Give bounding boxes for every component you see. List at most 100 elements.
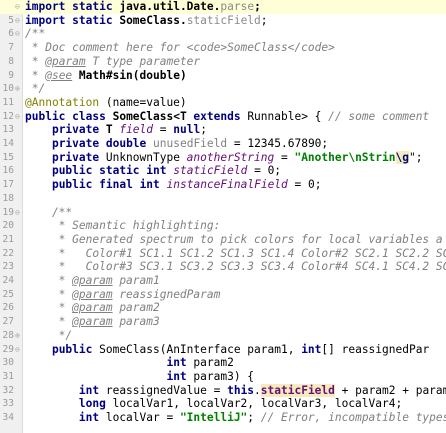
code-token: * Color#3 SC3.1 SC3.2 SC3.3 SC3.4 Color#… — [25, 260, 446, 274]
code-token: null — [173, 123, 201, 137]
code-text: long localVar1, localVar2, localVar3, lo… — [25, 397, 402, 411]
code-line[interactable]: 9 * @see Math#sin(double) — [0, 69, 446, 83]
code-line[interactable]: 34 int localVar = "IntelliJ"; // Error, … — [0, 411, 446, 425]
fold-toggle-icon[interactable]: ⊖ — [15, 343, 22, 357]
code-line[interactable]: 5 ⊖ import static SomeClass.staticField; — [0, 14, 446, 28]
line-number: 18 — [2, 192, 14, 204]
line-number: 23 — [2, 261, 14, 273]
code-token: int — [139, 178, 160, 192]
code-line[interactable]: 24 * @param param1 — [0, 274, 446, 288]
line-number: 27 — [2, 316, 14, 328]
code-token: SomeClass. — [112, 13, 187, 27]
line-number: 15 — [2, 151, 14, 163]
code-line[interactable]: 32 int reassignedValue = this.staticFiel… — [0, 383, 446, 398]
code-token: int — [78, 383, 100, 397]
code-line[interactable]: 21 * Generated spectrum to pick colors f… — [0, 233, 446, 247]
code-token: = 12345.67890; — [227, 137, 329, 150]
code-token: static — [72, 0, 113, 13]
code-token: import — [25, 13, 66, 27]
code-line[interactable]: 30 int param2 — [0, 356, 446, 370]
code-token: * — [25, 54, 46, 68]
line-number: 14 — [2, 138, 14, 149]
code-line[interactable]: 29 ⊖ public SomeClass(AnInterface param1,… — [0, 343, 446, 357]
code-token: param3) { — [186, 369, 255, 383]
code-token: * — [25, 274, 73, 287]
code-line[interactable]: 8 * @param T type parameter — [0, 55, 446, 69]
code-line[interactable]: 26 * @param param2 — [0, 301, 446, 315]
code-token: int — [146, 164, 167, 178]
fold-toggle-icon[interactable]: ⊖ — [15, 0, 22, 14]
code-line[interactable]: 19 ⊖ /** — [0, 206, 446, 220]
code-token: * — [25, 287, 73, 301]
code-token: = — [153, 123, 174, 137]
code-token: * Generated spectrum to pick colors for … — [25, 232, 443, 246]
code-token: "; — [408, 150, 423, 164]
code-token: = 0; — [247, 164, 282, 178]
code-token: this — [227, 383, 255, 397]
code-token: */ — [25, 328, 73, 342]
fold-toggle-icon[interactable]: ⊖ — [15, 206, 22, 220]
code-token: reassignedParam — [112, 287, 221, 301]
fold-toggle-icon[interactable]: ⊖ — [15, 14, 22, 28]
code-line[interactable]: 20 * Semantic highlighting: — [0, 219, 446, 233]
fold-toggle-icon[interactable]: ⊕ — [15, 82, 22, 96]
code-line[interactable]: 23 * Color#3 SC3.1 SC3.2 SC3.3 SC3.4 Col… — [0, 260, 446, 274]
line-number: 16 — [2, 165, 14, 177]
code-line[interactable]: 15 private UnknownType anotherString = "… — [0, 150, 446, 165]
code-line[interactable]: 27 * @param param3 — [0, 315, 446, 329]
code-line[interactable]: 12 ⊖ public class SomeClass<T extends Runn… — [0, 110, 446, 124]
code-token: @param — [72, 315, 113, 329]
code-line[interactable]: 28 ⊕ */ — [0, 329, 446, 343]
code-token: public — [51, 178, 93, 192]
code-line[interactable]: 16 public static int staticField = 0; — [0, 164, 446, 178]
code-line[interactable]: 6 ⊖/** — [0, 27, 446, 41]
code-token: instanceFinalField — [166, 178, 288, 192]
code-token: @param — [72, 274, 113, 287]
code-line[interactable]: 11 @Annotation (name=value) — [0, 96, 446, 110]
code-line[interactable]: 13 private T field = null; — [0, 123, 446, 137]
code-text: * @param T type parameter — [25, 55, 200, 69]
code-line[interactable]: 25 * @param reassignedParam — [0, 288, 446, 302]
code-line[interactable]: ⊖ import static java.util.Date.parse; — [0, 0, 446, 14]
code-line[interactable]: 7 * Doc comment here for <code>SomeClass… — [0, 41, 446, 55]
code-line[interactable]: 14 private double unusedField = 12345.67… — [0, 137, 446, 151]
code-line[interactable]: 17 public final int instanceFinalField =… — [0, 178, 446, 192]
code-token: field — [119, 123, 154, 137]
code-text: private double unusedField = 12345.67890… — [25, 137, 328, 151]
fold-toggle-icon[interactable]: ⊕ — [15, 329, 22, 343]
code-token: UnknownType — [99, 150, 187, 164]
line-number: 20 — [2, 220, 14, 232]
code-text: int param3) { — [25, 370, 254, 384]
code-token: final — [99, 178, 133, 192]
fold-toggle-icon[interactable]: ⊖ — [15, 110, 22, 124]
code-line[interactable]: 10 ⊕ */ — [0, 82, 446, 96]
code-token: param1 — [112, 274, 160, 287]
code-token: long — [78, 397, 106, 411]
fold-toggle-icon[interactable]: ⊖ — [15, 27, 22, 41]
code-text: * @see Math#sin(double) — [25, 69, 187, 83]
code-token: /** — [25, 27, 46, 41]
code-line[interactable]: 22 * Color#1 SC1.1 SC1.2 SC1.3 SC1.4 Col… — [0, 247, 446, 261]
code-token: = 0; — [287, 178, 322, 192]
line-number: 26 — [2, 302, 14, 314]
code-token: * — [25, 301, 73, 315]
code-editor[interactable]: ⊖ import static java.util.Date.parse; 5 ⊖ im… — [0, 0, 446, 433]
code-token: @Annotation — [25, 95, 100, 109]
code-text: * Color#1 SC1.1 SC1.2 SC1.3 SC1.4 Color#… — [25, 247, 446, 261]
code-token: ; — [260, 13, 268, 27]
code-line[interactable]: 18 — [0, 192, 446, 206]
code-text: @Annotation (name=value) — [25, 96, 187, 110]
code-line[interactable]: 33 long localVar1, localVar2, localVar3,… — [0, 397, 446, 411]
code-token: java.util.Date. — [112, 0, 221, 13]
code-line[interactable]: 31 int param3) { — [0, 370, 446, 384]
line-number: 11 — [2, 96, 14, 108]
code-token: private — [51, 123, 100, 137]
code-text: * Doc comment here for <code>SomeClass</… — [25, 41, 335, 55]
code-token: "IntelliJ" — [179, 411, 248, 424]
code-text: * Semantic highlighting: — [25, 219, 221, 233]
